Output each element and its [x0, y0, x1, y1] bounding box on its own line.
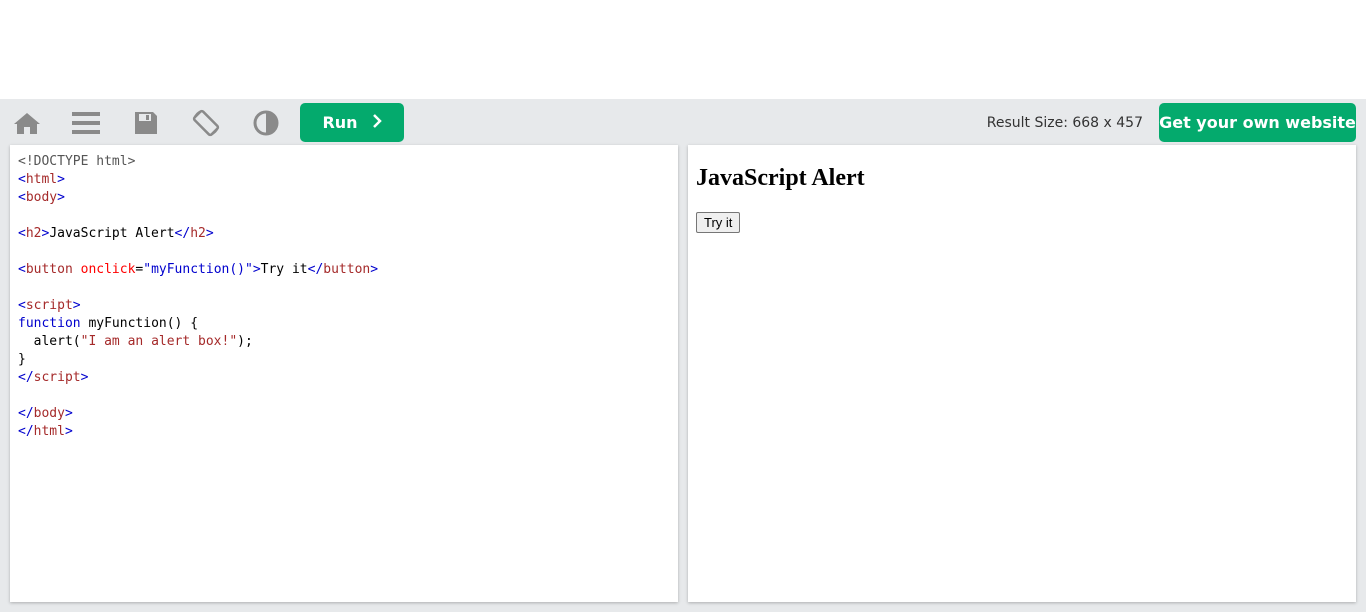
- result-frame: JavaScript Alert Try it: [688, 145, 1356, 602]
- code-token: <: [18, 298, 26, 313]
- code-token: <: [18, 262, 26, 277]
- code-line: <html>: [18, 171, 678, 189]
- code-line: alert("I am an alert box!");: [18, 333, 678, 351]
- code-token: >: [370, 262, 379, 277]
- code-line: <h2>JavaScript Alert</h2>: [18, 225, 678, 243]
- result-heading: JavaScript Alert: [696, 165, 865, 191]
- code-token: >: [64, 424, 73, 439]
- home-icon[interactable]: [10, 99, 44, 146]
- code-token: }: [18, 352, 26, 367]
- code-token: <!DOCTYPE html>: [18, 154, 136, 169]
- code-token: h2: [190, 226, 206, 241]
- get-your-own-website-button[interactable]: Get your own website: [1159, 103, 1356, 142]
- code-line: </script>: [18, 369, 678, 387]
- code-token: </: [18, 406, 34, 421]
- top-blank-area: [0, 0, 1366, 99]
- code-token: button: [323, 262, 371, 277]
- code-token: script: [33, 370, 81, 385]
- code-content[interactable]: <!DOCTYPE html> <html> <body> <h2>JavaScrip…: [10, 145, 678, 441]
- result-size-label: Result Size: 668 x 457: [986, 114, 1143, 131]
- code-token: Try it: [260, 262, 308, 277]
- code-token: >: [57, 172, 65, 187]
- code-token: onclick: [80, 262, 136, 277]
- contrast-icon[interactable]: [252, 99, 280, 146]
- code-token: <: [18, 226, 26, 241]
- code-line: </html>: [18, 423, 678, 441]
- code-line: function myFunction() {: [18, 315, 678, 333]
- code-token: );: [237, 334, 253, 349]
- code-token: button: [25, 262, 73, 277]
- code-token: >: [205, 226, 214, 241]
- code-line: <body>: [18, 189, 678, 207]
- run-button[interactable]: Run: [300, 103, 404, 142]
- code-token: body: [25, 190, 58, 205]
- code-line: }: [18, 351, 678, 369]
- code-token: function: [18, 316, 81, 331]
- code-token: body: [33, 406, 65, 421]
- code-token: "myFunction()": [143, 262, 253, 277]
- run-button-label: Run: [322, 113, 358, 132]
- code-token: </: [307, 262, 324, 277]
- try-it-button[interactable]: Try it: [696, 212, 741, 233]
- code-token: </: [18, 370, 34, 385]
- code-token: >: [57, 190, 65, 205]
- code-token: </: [174, 226, 191, 241]
- code-token: </: [18, 424, 34, 439]
- save-icon[interactable]: [132, 99, 160, 146]
- code-token: alert(: [18, 334, 81, 349]
- code-token: html: [25, 172, 58, 187]
- code-line: <button onclick="myFunction()">Try it</b…: [18, 261, 678, 279]
- code-token: >: [72, 298, 81, 313]
- code-token: h2: [25, 226, 42, 241]
- code-token: <: [18, 190, 26, 205]
- code-token: <: [18, 172, 26, 187]
- code-token: >: [64, 406, 73, 421]
- code-token: JavaScript Alert: [49, 226, 175, 241]
- code-editor[interactable]: <!DOCTYPE html> <html> <body> <h2>JavaScrip…: [10, 145, 678, 602]
- chevron-right-icon: [372, 113, 382, 133]
- code-line: <script>: [18, 297, 678, 315]
- code-token: script: [25, 298, 73, 313]
- code-line: </body>: [18, 405, 678, 423]
- code-token: "I am an alert box!": [80, 334, 238, 349]
- menu-icon[interactable]: [70, 99, 102, 146]
- code-token: >: [252, 262, 261, 277]
- code-token: myFunction() {: [80, 316, 199, 331]
- code-line: <!DOCTYPE html>: [18, 153, 678, 171]
- code-token: html: [33, 424, 65, 439]
- rotate-icon[interactable]: [190, 99, 222, 146]
- code-token: >: [80, 370, 89, 385]
